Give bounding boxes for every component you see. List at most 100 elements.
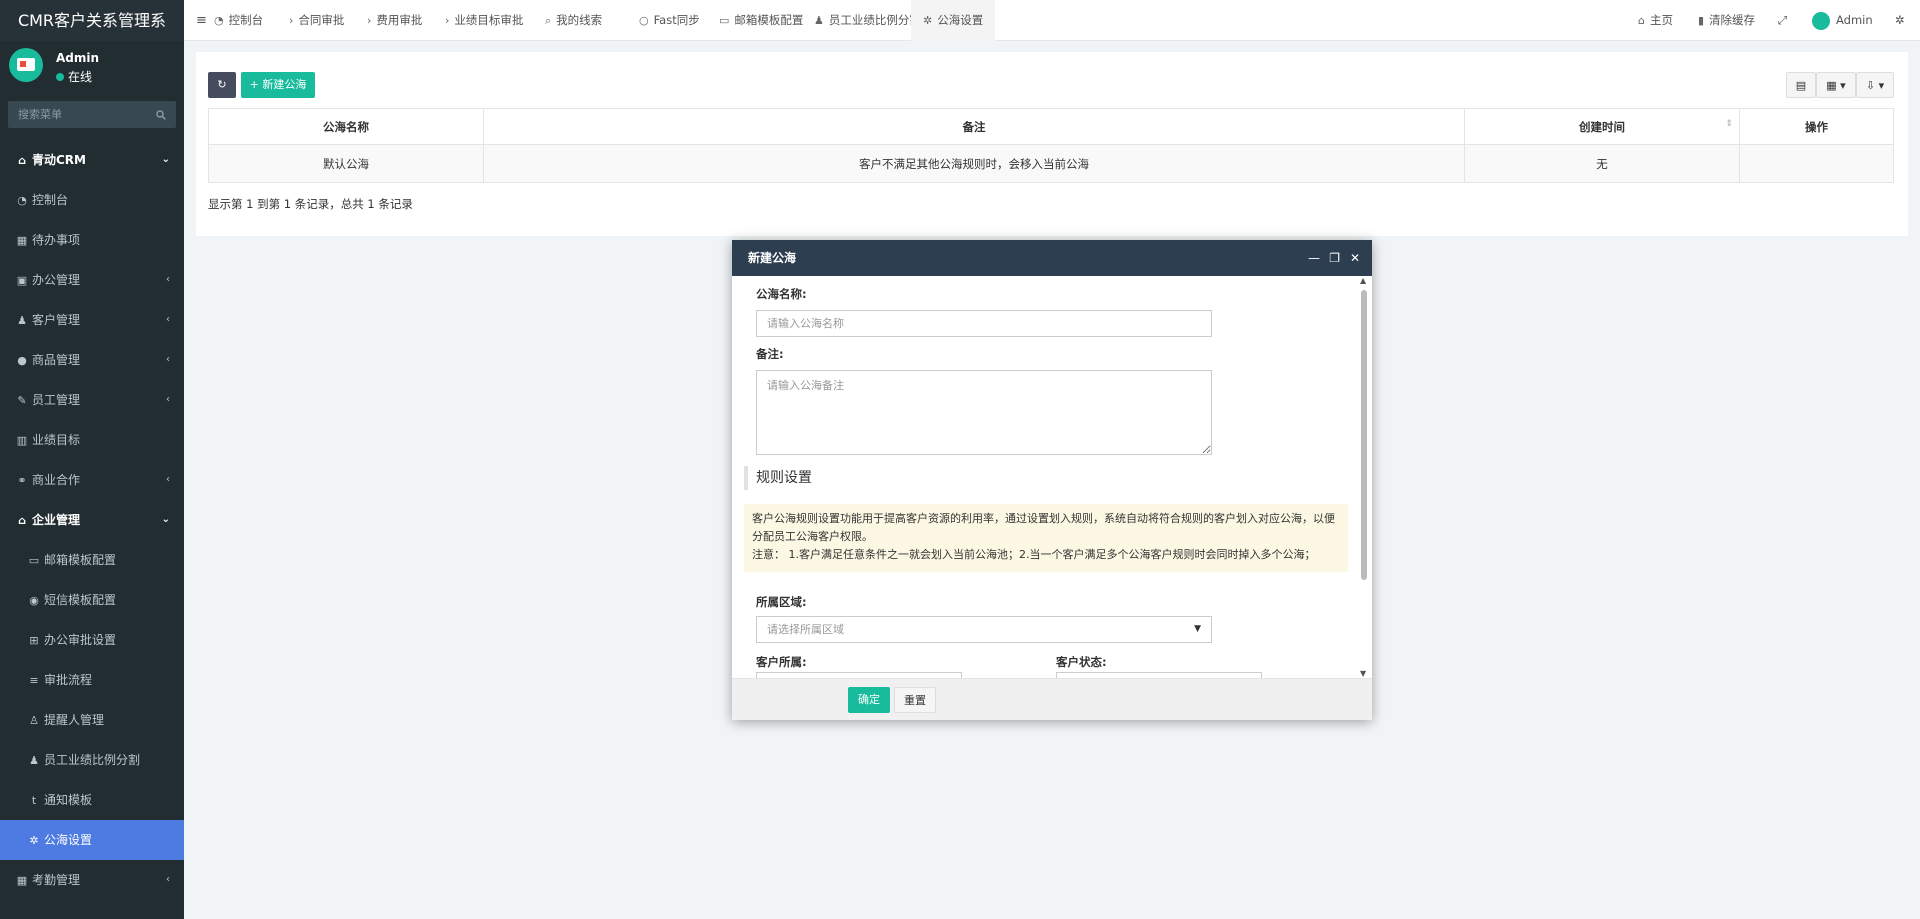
sms-icon: ◉ — [29, 594, 39, 607]
sidebar-item-15[interactable]: ♟ 员工业绩比例分割 — [0, 740, 184, 780]
search-icon[interactable] — [156, 109, 166, 123]
sidebar-item-14[interactable]: ♙ 提醒人管理 — [0, 700, 184, 740]
sidebar-item-label: 客户管理 — [32, 313, 81, 327]
chevron-left-icon: ‹ — [166, 354, 170, 365]
nav-tab-1[interactable]: › 合同审批 — [277, 0, 356, 41]
sidebar-item-6[interactable]: ✎ 员工管理 ‹ — [0, 380, 184, 420]
table-icon: ▤ — [1795, 79, 1807, 92]
product-icon: ● — [17, 354, 27, 367]
export-button[interactable]: ⇩ ▾ — [1856, 72, 1894, 98]
modal-header[interactable]: 新建公海 — ❐ ✕ — [732, 240, 1372, 276]
sort-icon[interactable]: ⇕ — [1725, 119, 1733, 129]
mail-icon: ▭ — [28, 554, 40, 567]
sidebar-search — [8, 101, 176, 128]
table-header-name[interactable]: 公海名称 — [208, 108, 484, 145]
modal-scrollbar[interactable]: ▲ ▼ — [1360, 276, 1368, 678]
table-cell-name: 默认公海 — [208, 144, 484, 183]
cogs-icon: ✲ — [923, 14, 933, 27]
sidebar-item-label: 办公审批设置 — [44, 633, 117, 647]
reset-button[interactable]: 重置 — [894, 687, 936, 713]
scroll-up-icon[interactable]: ▲ — [1360, 276, 1366, 285]
plus-icon: + — [249, 78, 263, 91]
nav-tab-2[interactable]: › 费用审批 — [355, 0, 434, 41]
sidebar: CMR客户关系管理系 Admin 在线 ⌂ 青动CRM ⌄ ◔ 控制台 ▦ 待办事项 ▣ 办公管… — [0, 0, 184, 919]
list-icon: ≡ — [29, 674, 39, 687]
sidebar-item-18[interactable]: ▦ 考勤管理 ‹ — [0, 860, 184, 900]
users-icon: ♟ — [29, 754, 39, 767]
scrollbar-thumb[interactable] — [1361, 290, 1367, 580]
sidebar-item-label: 通知模板 — [44, 793, 93, 807]
sidebar-item-11[interactable]: ◉ 短信模板配置 — [0, 580, 184, 620]
nav-tab-3[interactable]: › 业绩目标审批 — [433, 0, 535, 41]
region-select[interactable]: 请选择所属区域 ▼ — [756, 616, 1212, 643]
nav-tab-5[interactable]: ○ Fast同步 — [627, 0, 712, 41]
sidebar-item-12[interactable]: ⊞ 办公审批设置 — [0, 620, 184, 660]
trash-icon: ▮ — [1698, 14, 1705, 27]
sea-remark-textarea[interactable] — [756, 370, 1212, 455]
table-header-created[interactable]: 创建时间 ⇕ — [1464, 108, 1740, 145]
sidebar-item-9[interactable]: ⌂ 企业管理 ⌄ — [0, 500, 184, 540]
sidebar-item-5[interactable]: ● 商品管理 ‹ — [0, 340, 184, 380]
table-header-created-label: 创建时间 — [1579, 119, 1625, 134]
nav-tab-label: 员工业绩比例分割 — [828, 13, 921, 27]
sidebar-item-label: 商品管理 — [32, 353, 81, 367]
nav-user-menu[interactable]: Admin — [1812, 0, 1873, 41]
chevron-left-icon: ‹ — [166, 474, 170, 485]
sidebar-item-10[interactable]: ▭ 邮箱模板配置 — [0, 540, 184, 580]
nav-tab-0[interactable]: ◔ 控制台 — [202, 0, 275, 41]
sea-name-input[interactable] — [756, 310, 1212, 337]
settings-gear-icon[interactable]: ✲ — [1895, 0, 1905, 41]
sidebar-item-7[interactable]: ▥ 业绩目标 — [0, 420, 184, 460]
nav-tab-6[interactable]: ▭ 邮箱模板配置 — [707, 0, 815, 41]
sidebar-item-13[interactable]: ≡ 审批流程 — [0, 660, 184, 700]
sidebar-item-17[interactable]: ✲ 公海设置 — [0, 820, 184, 860]
cogs-icon: ✲ — [29, 834, 39, 847]
sidebar-item-3[interactable]: ▣ 办公管理 ‹ — [0, 260, 184, 300]
sea-table: 公海名称 备注 创建时间 ⇕ 操作 默认公海 客户不满足其他公海规则时，会移入当前… — [208, 108, 1894, 183]
nav-home-link[interactable]: ⌂ 主页 — [1638, 0, 1673, 41]
sidebar-item-16[interactable]: t 通知模板 — [0, 780, 184, 820]
add-sea-button[interactable]: + 新建公海 — [241, 72, 315, 98]
top-navbar: ≡ ◔ 控制台 › 合同审批 › 费用审批 › 业绩目标审批 ⌕ 我的线索 ○ Fast同步 ▭ 邮箱模板… — [184, 0, 1920, 41]
nav-tab-label: 控制台 — [228, 13, 264, 27]
columns-button[interactable]: ▦ ▾ — [1816, 72, 1856, 98]
sidebar-item-1[interactable]: ◔ 控制台 — [0, 180, 184, 220]
nav-home-label: 主页 — [1649, 13, 1673, 27]
sidebar-item-label: 办公管理 — [32, 273, 81, 287]
table-row[interactable]: 默认公海 客户不满足其他公海规则时，会移入当前公海 无 — [208, 144, 1894, 183]
user-status: 在线 — [56, 68, 92, 85]
refresh-button[interactable]: ↻ — [208, 72, 236, 98]
app-logo-title[interactable]: CMR客户关系管理系 — [0, 0, 184, 41]
nav-tab-4[interactable]: ⌕ 我的线索 — [533, 0, 614, 41]
scroll-down-icon[interactable]: ▼ — [1360, 669, 1366, 678]
close-icon[interactable]: ✕ — [1350, 240, 1360, 276]
nav-user-name: Admin — [1836, 13, 1873, 27]
sidebar-item-0[interactable]: ⌂ 青动CRM ⌄ — [0, 140, 184, 180]
minimize-icon[interactable]: — — [1308, 240, 1320, 276]
sidebar-item-label: 短信模板配置 — [44, 593, 117, 607]
sidebar-item-2[interactable]: ▦ 待办事项 — [0, 220, 184, 260]
sidebar-search-input[interactable] — [8, 101, 176, 128]
add-sea-label: 新建公海 — [262, 78, 307, 91]
modal-title: 新建公海 — [748, 251, 797, 265]
table-header-remark[interactable]: 备注 — [483, 108, 1465, 145]
circle-icon: ○ — [639, 14, 649, 27]
fullscreen-icon[interactable]: ⤢ — [1778, 0, 1787, 41]
modal-body: 公海名称: 备注: 规则设置 客户公海规则设置功能用于提高客户资源的利用率，通过… — [732, 276, 1372, 678]
nav-tab-8[interactable]: ✲ 公海设置 — [911, 0, 996, 41]
user-name: Admin — [56, 51, 100, 65]
maximize-icon[interactable]: ❐ — [1329, 240, 1340, 276]
nav-tab-label: 业绩目标审批 — [454, 13, 524, 27]
nav-clear-cache-link[interactable]: ▮ 清除缓存 — [1698, 0, 1755, 41]
confirm-button[interactable]: 确定 — [848, 687, 890, 713]
windows-icon: ▣ — [16, 274, 28, 287]
name-label: 公海名称: — [756, 287, 807, 301]
sidebar-item-label: 业绩目标 — [32, 433, 81, 447]
remark-label: 备注: — [756, 347, 784, 361]
avatar[interactable] — [9, 48, 43, 82]
sidebar-item-4[interactable]: ♟ 客户管理 ‹ — [0, 300, 184, 340]
sidebar-item-8[interactable]: ⚭ 商业合作 ‹ — [0, 460, 184, 500]
chevron-left-icon: ‹ — [166, 274, 170, 285]
table-cell-created: 无 — [1464, 144, 1740, 183]
toggle-view-button[interactable]: ▤ — [1786, 72, 1816, 98]
